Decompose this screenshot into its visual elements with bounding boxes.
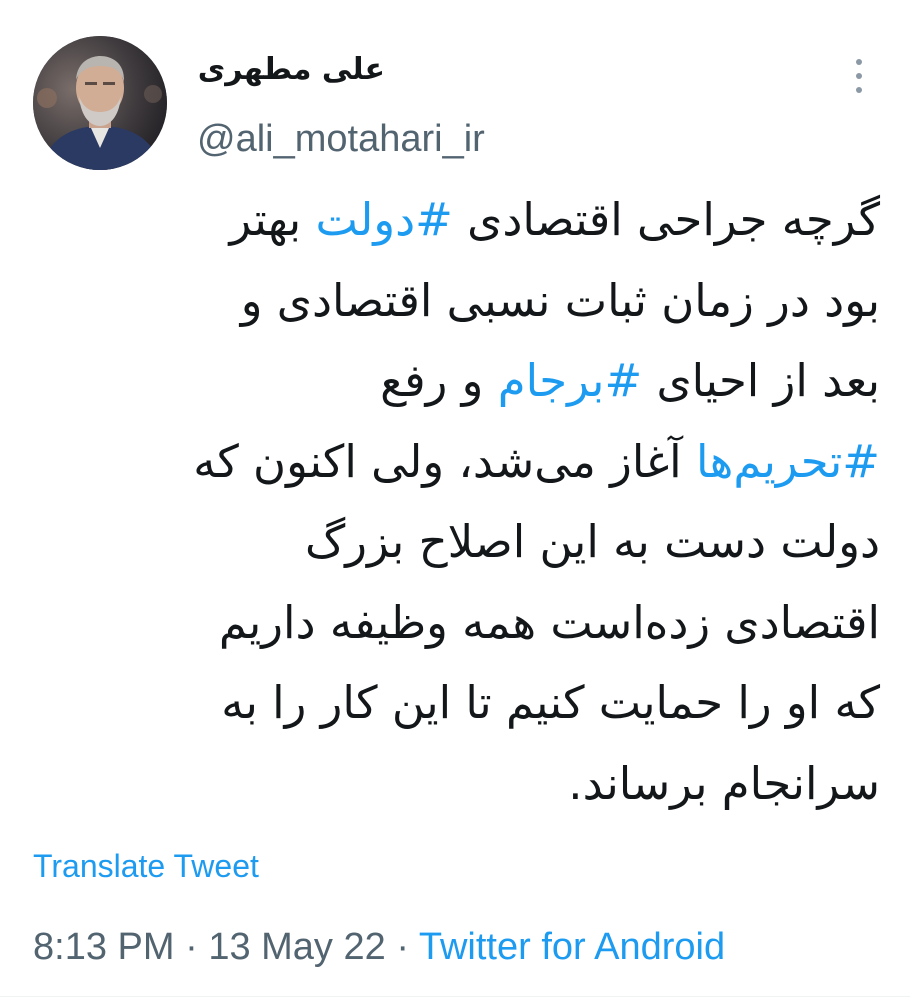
tweet-text-segment: سرانجام برساند. [568, 756, 880, 810]
author-display-name[interactable]: علی مطهری [198, 52, 385, 87]
tweet-source-link[interactable]: Twitter for Android [419, 926, 725, 968]
tweet-text-segment: آغاز می‌شد، ولی اکنون که [193, 434, 696, 488]
divider [0, 996, 910, 997]
more-vertical-icon[interactable] [846, 56, 872, 96]
avatar[interactable] [33, 36, 167, 170]
tweet-text-line: گرچه جراحی اقتصادی #دولت بهتر [30, 180, 880, 261]
tweet-text-line: بود در زمان ثبات نسبی اقتصادی و [30, 261, 880, 342]
tweet-text-segment: گرچه جراحی اقتصادی [452, 193, 880, 246]
meta-separator: · [396, 926, 419, 968]
tweet-time[interactable]: 8:13 PM [33, 926, 175, 968]
tweet-text-segment: اقتصادی زده‌است همه وظیفه داریم [218, 595, 880, 649]
tweet-text-segment: بود در زمان ثبات نسبی اقتصادی و [240, 273, 880, 327]
hashtag-link[interactable]: #دولت [315, 193, 452, 246]
author-handle[interactable]: @ali_motahari_ir [197, 118, 485, 161]
tweet-text-line: که او را حمایت کنیم تا این کار را به [30, 663, 880, 744]
tweet-text: گرچه جراحی اقتصادی #دولت بهتر بود در زمان… [30, 180, 880, 824]
tweet-text-line: اقتصادی زده‌است همه وظیفه داریم [30, 583, 880, 664]
tweet-text-segment: بعد از احیای [642, 354, 880, 407]
tweet-text-segment: و رفع [380, 354, 498, 407]
hashtag-link[interactable]: #تحریم‌ها [696, 435, 880, 488]
tweet-card: علی مطهری @ali_motahari_ir گرچه جراحی اق… [0, 0, 910, 1000]
translate-tweet-link[interactable]: Translate Tweet [33, 848, 259, 885]
meta-separator: · [185, 926, 209, 968]
tweet-date[interactable]: 13 May 22 [208, 926, 385, 968]
tweet-text-line: بعد از احیای #برجام و رفع [30, 341, 880, 422]
tweet-text-line: #تحریم‌ها آغاز می‌شد، ولی اکنون که [30, 422, 880, 503]
tweet-meta: 8:13 PM · 13 May 22 · Twitter for Androi… [33, 926, 725, 969]
hashtag-link[interactable]: #برجام [498, 354, 642, 407]
tweet-text-segment: که او را حمایت کنیم تا این کار را به [221, 676, 880, 729]
tweet-text-segment: بهتر [229, 193, 316, 246]
tweet-text-line: سرانجام برساند. [30, 744, 880, 825]
tweet-text-segment: دولت دست به این اصلاح بزرگ [304, 515, 880, 568]
profile-photo [33, 36, 167, 170]
tweet-text-line: دولت دست به این اصلاح بزرگ [30, 502, 880, 583]
